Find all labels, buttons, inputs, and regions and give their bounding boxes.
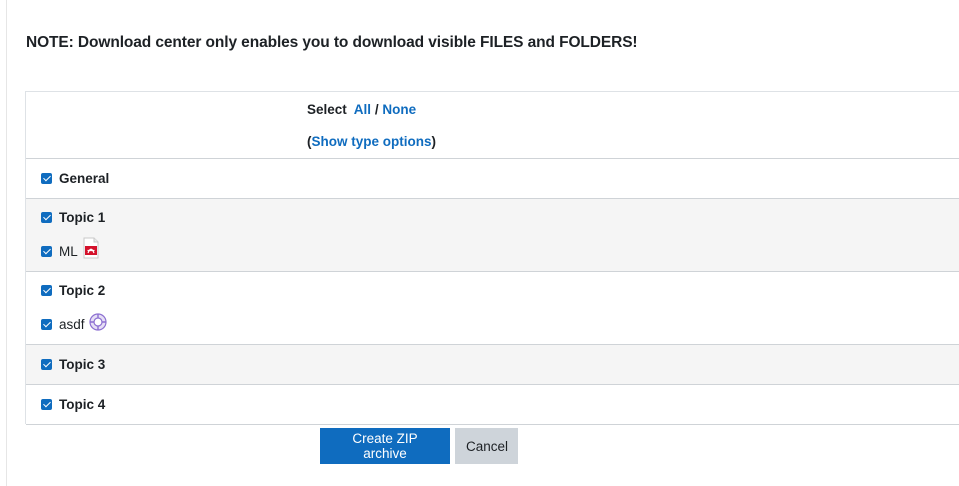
section-topic-4-label: Topic 4: [59, 397, 106, 412]
create-zip-archive-button[interactable]: Create ZIP archive: [320, 428, 450, 464]
show-type-options-link[interactable]: Show type options: [312, 134, 432, 149]
section-general-checkbox[interactable]: [41, 173, 52, 184]
section-topic-1: Topic 1 ML: [26, 199, 959, 272]
section-row: Topic 1: [41, 210, 105, 225]
section-topic-3-label: Topic 3: [59, 357, 106, 372]
cancel-button[interactable]: Cancel: [455, 428, 518, 464]
section-topic-2-label: Topic 2: [59, 283, 106, 298]
section-topic-2: Topic 2 asdf: [26, 272, 959, 345]
select-none-link[interactable]: None: [382, 102, 416, 117]
section-row: General: [41, 171, 109, 186]
item-asdf-checkbox[interactable]: [41, 318, 52, 330]
select-controls: Select All / None (Show type options): [26, 92, 959, 159]
close-paren: ): [431, 134, 437, 149]
section-general: General: [26, 159, 959, 199]
item-asdf-label: asdf: [59, 316, 85, 332]
section-row: Topic 4: [41, 397, 105, 412]
select-label: Select: [307, 102, 347, 117]
download-center-page: NOTE: Download center only enables you t…: [0, 0, 959, 486]
download-note: NOTE: Download center only enables you t…: [26, 34, 638, 51]
item-ml-checkbox[interactable]: [41, 245, 52, 257]
section-topic-1-label: Topic 1: [59, 210, 106, 225]
section-topic-3: Topic 3: [26, 345, 959, 385]
section-topic-1-checkbox[interactable]: [41, 212, 52, 223]
type-options-line: (Show type options): [307, 134, 436, 149]
item-ml-label: ML: [59, 243, 78, 259]
select-line: Select All / None: [307, 102, 416, 117]
list-item: asdf: [41, 313, 108, 335]
left-divider: [6, 0, 7, 486]
section-topic-2-checkbox[interactable]: [41, 285, 52, 296]
h5p-activity-icon: [88, 310, 108, 332]
section-topic-3-checkbox[interactable]: [41, 359, 52, 370]
section-topic-4-checkbox[interactable]: [41, 399, 52, 410]
section-topic-4: Topic 4: [26, 385, 959, 425]
select-all-link[interactable]: All: [354, 102, 371, 117]
selection-panel: Select All / None (Show type options) Ge…: [25, 91, 959, 425]
select-separator: /: [374, 102, 379, 117]
list-item: ML: [41, 237, 101, 262]
section-row: Topic 2: [41, 283, 105, 298]
section-general-label: General: [59, 171, 110, 186]
pdf-icon: [81, 237, 101, 259]
section-row: Topic 3: [41, 357, 105, 372]
